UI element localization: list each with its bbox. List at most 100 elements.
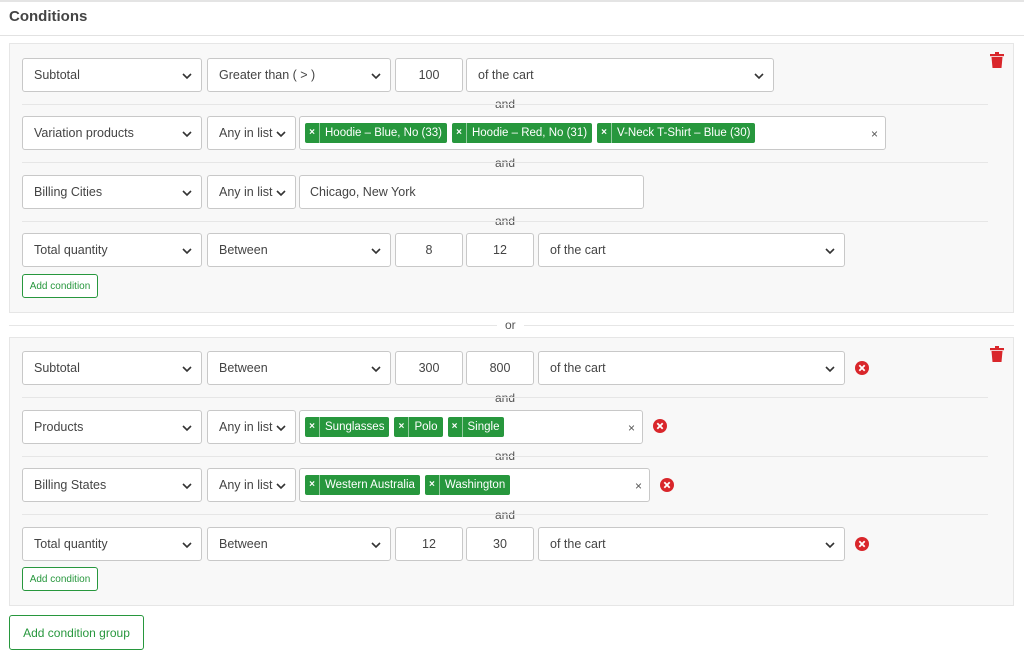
scope-select[interactable]: of the cart: [538, 233, 845, 267]
remove-condition-icon[interactable]: [855, 537, 869, 551]
chevron-down-icon: [182, 366, 192, 373]
field-select[interactable]: Products: [22, 410, 202, 444]
field-select-value: Subtotal: [34, 68, 80, 82]
clear-selection-button[interactable]: ×: [628, 421, 635, 435]
operator-select[interactable]: Any in list: [207, 116, 296, 150]
field-select[interactable]: Total quantity: [22, 233, 202, 267]
remove-condition-icon[interactable]: [855, 361, 869, 375]
row-divider: [22, 456, 988, 457]
min-input[interactable]: 300: [395, 351, 463, 385]
max-input[interactable]: 12: [466, 233, 534, 267]
operator-select-value: Between: [219, 537, 268, 551]
scope-select-value: of the cart: [550, 361, 606, 375]
clear-selection-button[interactable]: ×: [871, 127, 878, 141]
min-input-text: 300: [418, 361, 440, 375]
operator-select[interactable]: Any in list: [207, 175, 296, 209]
chip-remove-button[interactable]: ×: [305, 417, 320, 437]
field-select[interactable]: Variation products: [22, 116, 202, 150]
field-select-value: Subtotal: [34, 361, 80, 375]
scope-select[interactable]: of the cart: [538, 527, 845, 561]
cities-input-text: Chicago, New York: [310, 185, 416, 199]
operator-select-value: Any in list: [219, 185, 273, 199]
min-input-text: 8: [425, 243, 433, 257]
chevron-down-icon: [371, 248, 381, 255]
chevron-down-icon: [182, 483, 192, 490]
selected-chip: × Sunglasses: [305, 417, 390, 437]
scope-select-value: of the cart: [478, 68, 534, 82]
selected-chip: × Hoodie – Red, No (31): [451, 123, 593, 143]
trash-icon[interactable]: [990, 52, 1004, 68]
chip-remove-button[interactable]: ×: [597, 123, 613, 143]
field-select-value: Products: [34, 420, 84, 434]
operator-select[interactable]: Between: [207, 351, 391, 385]
max-input[interactable]: 800: [466, 351, 534, 385]
or-connector: or: [497, 318, 524, 332]
chevron-down-icon: [276, 483, 286, 490]
field-select[interactable]: Subtotal: [22, 58, 202, 92]
chevron-down-icon: [182, 131, 192, 138]
chip-remove-button[interactable]: ×: [425, 475, 440, 495]
operator-select[interactable]: Between: [207, 527, 391, 561]
chip-remove-button[interactable]: ×: [394, 417, 410, 437]
selected-chip: × V-Neck T-Shirt – Blue (30): [597, 123, 756, 143]
chip-remove-button[interactable]: ×: [305, 475, 320, 495]
field-select-value: Billing States: [34, 478, 107, 492]
chip-label: Polo: [414, 421, 438, 433]
field-select-value: Billing Cities: [34, 185, 103, 199]
selected-chip: × Single: [447, 417, 505, 437]
chip-label: Hoodie – Blue, No (33): [325, 127, 442, 139]
operator-select[interactable]: Any in list: [207, 410, 296, 444]
chevron-down-icon: [182, 248, 192, 255]
clear-selection-button[interactable]: ×: [635, 479, 642, 493]
chevron-down-icon: [182, 73, 192, 80]
and-connector: and: [494, 508, 516, 522]
field-select[interactable]: Subtotal: [22, 351, 202, 385]
chevron-down-icon: [754, 73, 764, 80]
min-input[interactable]: 8: [395, 233, 463, 267]
trash-icon[interactable]: [990, 346, 1004, 362]
chevron-down-icon: [182, 190, 192, 197]
remove-condition-icon[interactable]: [653, 419, 667, 433]
field-select[interactable]: Billing Cities: [22, 175, 202, 209]
chip-label: Washington: [444, 479, 506, 491]
chevron-down-icon: [371, 542, 381, 549]
field-select-value: Variation products: [34, 126, 134, 140]
chevron-down-icon: [182, 542, 192, 549]
operator-select[interactable]: Greater than ( > ): [207, 58, 391, 92]
operator-select[interactable]: Between: [207, 233, 391, 267]
value-input[interactable]: 100: [395, 58, 463, 92]
max-input[interactable]: 30: [466, 527, 534, 561]
selected-chip: × Hoodie – Blue, No (33): [305, 123, 447, 143]
top-border: [0, 0, 1024, 2]
products-multiselect[interactable]: × Hoodie – Blue, No (33) × Hoodie – Red, N…: [299, 116, 886, 150]
chip-remove-button[interactable]: ×: [305, 123, 320, 143]
add-condition-button[interactable]: Add condition: [22, 274, 98, 298]
selected-chip: × Polo: [394, 417, 443, 437]
chip-remove-button[interactable]: ×: [448, 417, 463, 437]
add-condition-button[interactable]: Add condition: [22, 567, 98, 591]
chip-remove-button[interactable]: ×: [452, 123, 467, 143]
add-condition-group-button[interactable]: Add condition group: [9, 615, 144, 650]
operator-select-value: Any in list: [219, 420, 273, 434]
chip-label: Sunglasses: [325, 421, 385, 433]
products-multiselect[interactable]: × Sunglasses × Polo × Single ×: [299, 410, 643, 444]
selected-chip: × Washington: [424, 475, 511, 495]
scope-select-value: of the cart: [550, 243, 606, 257]
operator-select-value: Greater than ( > ): [219, 68, 316, 82]
row-divider: [22, 397, 988, 398]
field-select[interactable]: Billing States: [22, 468, 202, 502]
field-select[interactable]: Total quantity: [22, 527, 202, 561]
chevron-down-icon: [371, 366, 381, 373]
chevron-down-icon: [371, 73, 381, 80]
operator-select-value: Between: [219, 361, 268, 375]
scope-select[interactable]: of the cart: [538, 351, 845, 385]
min-input[interactable]: 12: [395, 527, 463, 561]
states-multiselect[interactable]: × Western Australia × Washington ×: [299, 468, 650, 502]
field-select-value: Total quantity: [34, 243, 108, 257]
cities-input[interactable]: Chicago, New York: [299, 175, 644, 209]
remove-condition-icon[interactable]: [660, 478, 674, 492]
operator-select[interactable]: Any in list: [207, 468, 296, 502]
chevron-down-icon: [276, 131, 286, 138]
operator-select-value: Between: [219, 243, 268, 257]
scope-select[interactable]: of the cart: [466, 58, 774, 92]
